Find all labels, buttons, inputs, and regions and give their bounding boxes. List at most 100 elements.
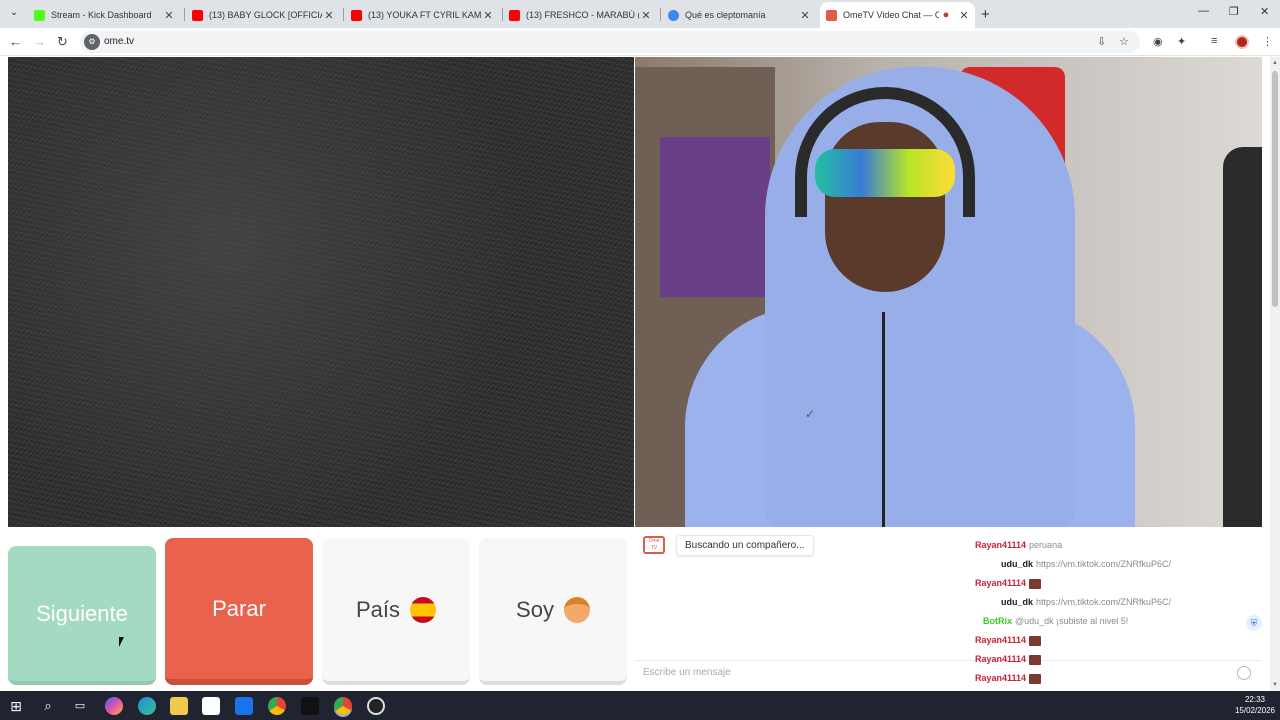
- media-controls-icon[interactable]: ≡: [1211, 35, 1217, 47]
- tab-kick-dashboard[interactable]: Stream - Kick Dashboard ✕: [28, 4, 180, 26]
- system-clock[interactable]: 22:33 15/02/2026: [1232, 694, 1278, 716]
- emote-icon: [1029, 654, 1042, 665]
- scroll-up-arrow-icon[interactable]: ▲: [1272, 60, 1278, 66]
- overlay-chat-line: Rayan41114: [975, 578, 1042, 589]
- gender-button-label: Soy: [516, 596, 554, 622]
- site-info-icon[interactable]: ⚙: [84, 34, 100, 50]
- emote-icon: [1029, 578, 1042, 589]
- shield-icon[interactable]: ⛨: [1246, 615, 1262, 631]
- chat-text: https://vm.tiktok.com/ZNRfkuP6C/: [1036, 597, 1172, 607]
- chat-username: udu_dk: [1001, 597, 1034, 607]
- chat-username: udu_dk: [1001, 559, 1034, 569]
- ometv-icon: [826, 9, 837, 21]
- overlay-chat-line: udu_dk https://vm.tiktok.com/ZNRfkuP6C/: [1001, 559, 1171, 569]
- emoji-icon[interactable]: [1237, 666, 1251, 680]
- chrome-active-icon[interactable]: [334, 697, 352, 715]
- mouse-cursor: [119, 637, 124, 647]
- overlay-chat-line: BotRix @udu_dk ¡subiste al nivel 5!: [983, 616, 1128, 626]
- page-scrollbar[interactable]: ▲ ▼: [1270, 57, 1280, 691]
- boy-emoji-icon: [563, 596, 590, 623]
- task-view-icon[interactable]: ▭: [71, 697, 89, 715]
- tab-freshco[interactable]: (13) FRESHCO - MARABÚ (VÍDE... ✕: [503, 4, 657, 26]
- tab-ometv[interactable]: OmeTV Video Chat — Ome ● ✕: [820, 2, 975, 28]
- tab-separator: [660, 8, 661, 21]
- forward-button[interactable]: →: [33, 34, 46, 49]
- emote-icon: [1029, 635, 1042, 646]
- chat-text: peruana: [1029, 540, 1063, 550]
- recording-icon: ●: [942, 9, 950, 21]
- chrome-icon[interactable]: [268, 697, 286, 715]
- stop-button[interactable]: Parar: [165, 538, 313, 685]
- chat-text: https://vm.tiktok.com/ZNRfkuP6C/: [1036, 559, 1172, 569]
- extensions-puzzle-icon[interactable]: ✦: [1177, 35, 1186, 48]
- tab-title: (13) FRESHCO - MARABÚ (VÍDE...: [526, 10, 639, 20]
- profile-avatar[interactable]: [1235, 35, 1249, 49]
- emote-icon: [1029, 673, 1042, 684]
- browser-tab-strip: ⌄ Stream - Kick Dashboard ✕ (13) BABY GL…: [0, 0, 1280, 28]
- obs-studio-icon[interactable]: [367, 697, 385, 715]
- close-icon[interactable]: ✕: [639, 9, 653, 22]
- stop-button-label: Parar: [212, 595, 266, 621]
- search-icon[interactable]: ⌕: [39, 697, 57, 715]
- new-tab-button[interactable]: +: [981, 6, 990, 23]
- address-bar[interactable]: ⚙ ome.tv: [80, 31, 1140, 53]
- message-input-row: [635, 660, 1262, 686]
- minimize-button[interactable]: —: [1198, 5, 1209, 17]
- chat-username: Rayan41114: [975, 578, 1027, 588]
- tab-search-button[interactable]: ⌄: [6, 5, 22, 21]
- tab-title: Stream - Kick Dashboard: [51, 10, 152, 20]
- gender-select-button[interactable]: Soy: [479, 538, 627, 685]
- microsoft-store-icon[interactable]: [202, 697, 220, 715]
- back-button[interactable]: ←: [9, 34, 22, 49]
- country-filter-button[interactable]: País: [322, 538, 470, 685]
- scroll-thumb[interactable]: [1272, 71, 1278, 307]
- close-icon[interactable]: ✕: [481, 9, 495, 22]
- tab-youka[interactable]: (13) YOUKA FT CYRIL KAMER -... ✕: [345, 4, 499, 26]
- tab-title: Qué es cleptomanía: [685, 10, 766, 20]
- youtube-icon: [192, 9, 203, 21]
- overlay-chat-line: Rayan41114 peruana: [975, 540, 1062, 550]
- mail-icon[interactable]: [235, 697, 253, 715]
- searching-partner-message: Buscando un compañero...: [676, 535, 814, 556]
- next-button[interactable]: Siguiente: [8, 546, 156, 685]
- overlay-chat-line: udu_dk https://vm.tiktok.com/ZNRfkuP6C/: [1001, 597, 1171, 607]
- tab-baby-glock[interactable]: (13) BABY GLOCK [OFFICIAL VI... ✕: [186, 4, 340, 26]
- chat-username: Rayan41114: [975, 673, 1027, 683]
- close-icon[interactable]: ✕: [798, 9, 812, 22]
- tab-cleptomania[interactable]: Qué es cleptomanía ✕: [662, 4, 816, 26]
- extension-dot-icon[interactable]: ◉: [1153, 35, 1163, 48]
- browser-menu-icon[interactable]: ⋮: [1262, 35, 1273, 48]
- chat-panel: Ome TV Buscando un compañero... Rayan4111…: [635, 527, 1262, 691]
- close-icon[interactable]: ✕: [322, 9, 336, 22]
- window-close-button[interactable]: ✕: [1260, 5, 1269, 18]
- close-icon[interactable]: ✕: [162, 9, 176, 22]
- message-input[interactable]: [643, 667, 1223, 678]
- background-towel: [660, 137, 770, 297]
- windows-start-icon[interactable]: ⊞: [7, 697, 25, 715]
- youtube-icon: [509, 9, 520, 21]
- capcut-icon[interactable]: [301, 697, 319, 715]
- kick-icon: [34, 9, 45, 21]
- scroll-down-arrow-icon[interactable]: ▼: [1272, 682, 1278, 688]
- bookmark-star-icon[interactable]: ☆: [1119, 35, 1129, 48]
- reload-button[interactable]: ↻: [57, 34, 68, 50]
- next-button-label: Siguiente: [36, 600, 128, 626]
- copilot-icon[interactable]: [105, 697, 123, 715]
- tab-title: OmeTV Video Chat — Ome: [843, 10, 939, 20]
- close-icon[interactable]: ✕: [957, 9, 971, 22]
- tab-separator: [184, 8, 185, 21]
- ometv-page: 10 ✓ Siguiente Parar País Soy OmeTV Busc…: [0, 57, 1270, 691]
- edge-icon[interactable]: [138, 697, 156, 715]
- overlay-chat-line: Rayan41114: [975, 654, 1042, 665]
- chat-username: BotRix: [983, 616, 1012, 626]
- file-explorer-icon[interactable]: [170, 697, 188, 715]
- chat-text: @udu_dk ¡subiste al nivel 5!: [1015, 616, 1129, 626]
- tab-title: (13) YOUKA FT CYRIL KAMER -...: [368, 10, 481, 20]
- chat-username: Rayan41114: [975, 654, 1027, 664]
- google-icon: [668, 9, 679, 21]
- install-app-icon[interactable]: ⇩: [1097, 35, 1106, 48]
- clock-date: 15/02/2026: [1234, 706, 1276, 715]
- spain-flag-icon: [410, 596, 437, 623]
- restore-button[interactable]: ❐: [1229, 5, 1239, 18]
- tab-title: (13) BABY GLOCK [OFFICIAL VI...: [209, 10, 322, 20]
